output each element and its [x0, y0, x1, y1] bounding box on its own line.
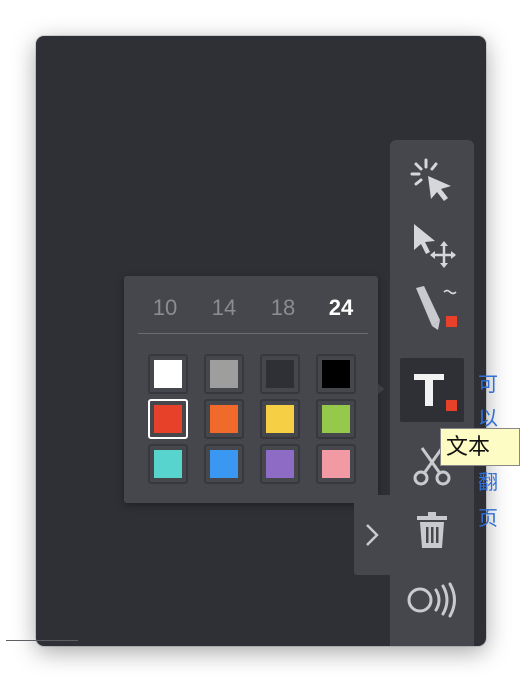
color-swatch[interactable] — [148, 399, 188, 439]
color-swatch-fill — [210, 450, 238, 478]
font-size-24[interactable]: 24 — [321, 293, 361, 323]
side-text-3: 翻 — [478, 470, 498, 494]
side-text-2: 以 — [478, 406, 498, 430]
color-swatch-fill — [322, 405, 350, 433]
pen-button[interactable] — [400, 276, 464, 340]
color-swatch[interactable] — [316, 354, 356, 394]
color-swatch-fill — [210, 360, 238, 388]
color-swatch[interactable] — [204, 354, 244, 394]
select-move-button[interactable] — [400, 212, 464, 276]
color-swatch-fill — [154, 405, 182, 433]
trash-icon — [417, 512, 447, 548]
text-color-indicator — [446, 400, 457, 411]
laser-pointer-button[interactable] — [400, 148, 464, 212]
toolbar-divider — [6, 640, 78, 641]
color-swatch[interactable] — [204, 444, 244, 484]
color-swatch-fill — [154, 360, 182, 388]
color-swatch[interactable] — [260, 399, 300, 439]
color-swatch-fill — [266, 360, 294, 388]
color-swatch[interactable] — [260, 444, 300, 484]
font-size-14[interactable]: 14 — [204, 293, 244, 323]
color-swatch-fill — [210, 405, 238, 433]
popup-divider — [138, 333, 368, 334]
chevron-right-icon — [366, 524, 379, 546]
pen-color-indicator — [446, 316, 457, 327]
color-swatch-fill — [322, 360, 350, 388]
font-size-10[interactable]: 10 — [145, 293, 185, 323]
select-move-icon — [414, 224, 456, 268]
color-swatch[interactable] — [316, 444, 356, 484]
vertical-toolbar — [390, 140, 474, 646]
color-swatch-fill — [322, 450, 350, 478]
color-swatch[interactable] — [316, 399, 356, 439]
color-swatch-fill — [266, 450, 294, 478]
side-text-4: 页 — [478, 506, 498, 530]
audio-button[interactable] — [400, 568, 464, 632]
text-tool-tooltip: 文本 — [440, 428, 520, 466]
color-swatch[interactable] — [148, 354, 188, 394]
laser-pointer-icon — [410, 158, 451, 201]
font-size-18[interactable]: 18 — [263, 293, 303, 323]
text-options-popup: 10 14 18 24 — [124, 276, 378, 503]
pen-icon — [416, 286, 457, 330]
color-swatch[interactable] — [260, 354, 300, 394]
side-text-1: 可 — [478, 372, 498, 396]
color-swatch[interactable] — [204, 399, 244, 439]
expand-panel-button[interactable] — [354, 495, 390, 575]
color-swatch-fill — [266, 405, 294, 433]
delete-button[interactable] — [400, 498, 464, 562]
audio-icon — [407, 582, 456, 618]
text-icon — [414, 374, 457, 411]
font-size-selector: 10 14 18 24 — [138, 293, 368, 323]
color-swatch-fill — [154, 450, 182, 478]
color-swatch[interactable] — [148, 444, 188, 484]
text-button[interactable] — [400, 358, 464, 422]
